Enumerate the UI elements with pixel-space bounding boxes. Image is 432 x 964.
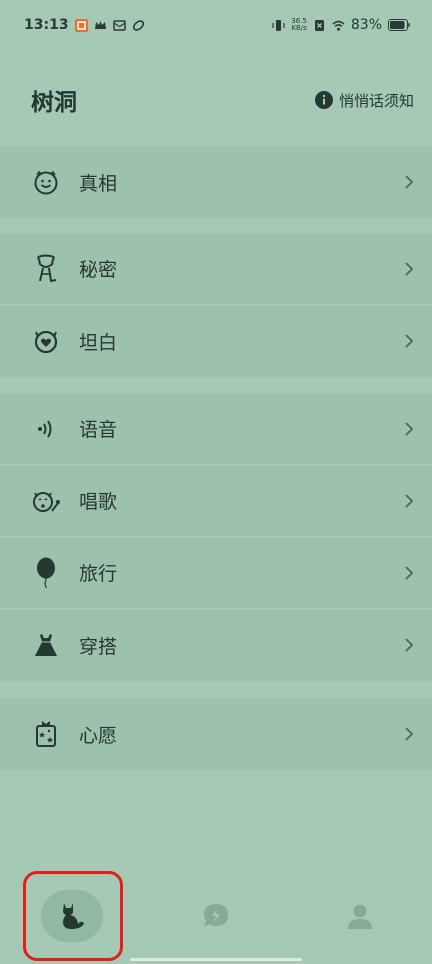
chevron-right-icon — [405, 565, 414, 580]
menu-item-label: 真相 — [79, 172, 118, 195]
chevron-right-icon — [405, 334, 414, 348]
balloon-icon — [31, 557, 61, 588]
app-notification-icon — [74, 18, 88, 32]
tab-profile[interactable] — [330, 890, 390, 942]
info-icon — [314, 91, 333, 109]
menu-group-4: 心愿 — [0, 698, 432, 770]
menu-item-label: 心愿 — [79, 724, 118, 747]
battery-percent: 83% — [350, 17, 382, 33]
status-bar: 13:13 36.5 KB/s 83% — [0, 0, 432, 50]
heart-cat-icon — [31, 326, 61, 356]
highlight-box — [23, 871, 123, 961]
notice-label: 悄悄话须知 — [338, 91, 414, 110]
link-icon — [132, 19, 144, 31]
voice-waves-icon — [31, 414, 61, 444]
menu-group-3: 语音 唱歌 旅行 穿搭 — [0, 393, 432, 681]
page-header: 树洞 悄悄话须知 — [0, 70, 432, 130]
menu-item-label: 秘密 — [79, 259, 118, 281]
singing-face-icon — [31, 486, 61, 516]
menu-item-confess[interactable]: 坦白 — [0, 305, 432, 377]
menu-item-secret[interactable]: 秘密 — [0, 233, 432, 305]
wifi-icon — [332, 20, 345, 31]
page-title: 树洞 — [31, 90, 77, 116]
status-time: 13:13 — [24, 17, 69, 33]
menu-item-outfit[interactable]: 穿搭 — [0, 609, 432, 681]
menu-item-label: 穿搭 — [79, 635, 118, 658]
menu-group-1: 真相 — [0, 146, 432, 218]
battery-icon — [388, 19, 410, 31]
home-indicator — [130, 958, 302, 961]
menu-item-sing[interactable]: 唱歌 — [0, 465, 432, 537]
menu-item-label: 坦白 — [79, 331, 118, 354]
crown-icon — [94, 20, 106, 29]
notice-link[interactable]: 悄悄话须知 — [314, 90, 414, 111]
menu-item-label: 语音 — [79, 419, 118, 441]
smiley-face-icon — [31, 167, 61, 197]
menu-item-travel[interactable]: 旅行 — [0, 537, 432, 609]
chevron-right-icon — [405, 261, 414, 276]
chevron-right-icon — [405, 421, 414, 436]
menu-item-voice[interactable]: 语音 — [0, 393, 432, 465]
chevron-right-icon — [405, 638, 414, 652]
network-speed-unit: KB/s — [291, 24, 307, 32]
chevron-right-icon — [405, 727, 414, 741]
status-right: 36.5 KB/s 83% — [272, 17, 410, 33]
cat-figure-icon — [31, 254, 61, 284]
wish-jar-icon — [31, 719, 61, 749]
no-sim-icon — [314, 19, 324, 31]
status-left: 13:13 — [24, 17, 145, 33]
vibrate-icon — [272, 19, 285, 31]
chat-bolt-icon — [204, 904, 228, 927]
chevron-right-icon — [405, 175, 414, 189]
person-icon — [348, 904, 372, 929]
network-speed: 36.5 KB/s — [291, 18, 307, 32]
menu-group-2: 秘密 坦白 — [0, 233, 432, 377]
chevron-right-icon — [405, 493, 414, 508]
menu-item-wish[interactable]: 心愿 — [0, 698, 432, 770]
dress-icon — [31, 630, 61, 660]
menu-item-label: 唱歌 — [79, 491, 118, 513]
menu-item-truth[interactable]: 真相 — [0, 146, 432, 218]
tab-messages[interactable] — [186, 890, 246, 942]
mail-icon — [112, 19, 126, 31]
menu-item-label: 旅行 — [79, 563, 118, 585]
